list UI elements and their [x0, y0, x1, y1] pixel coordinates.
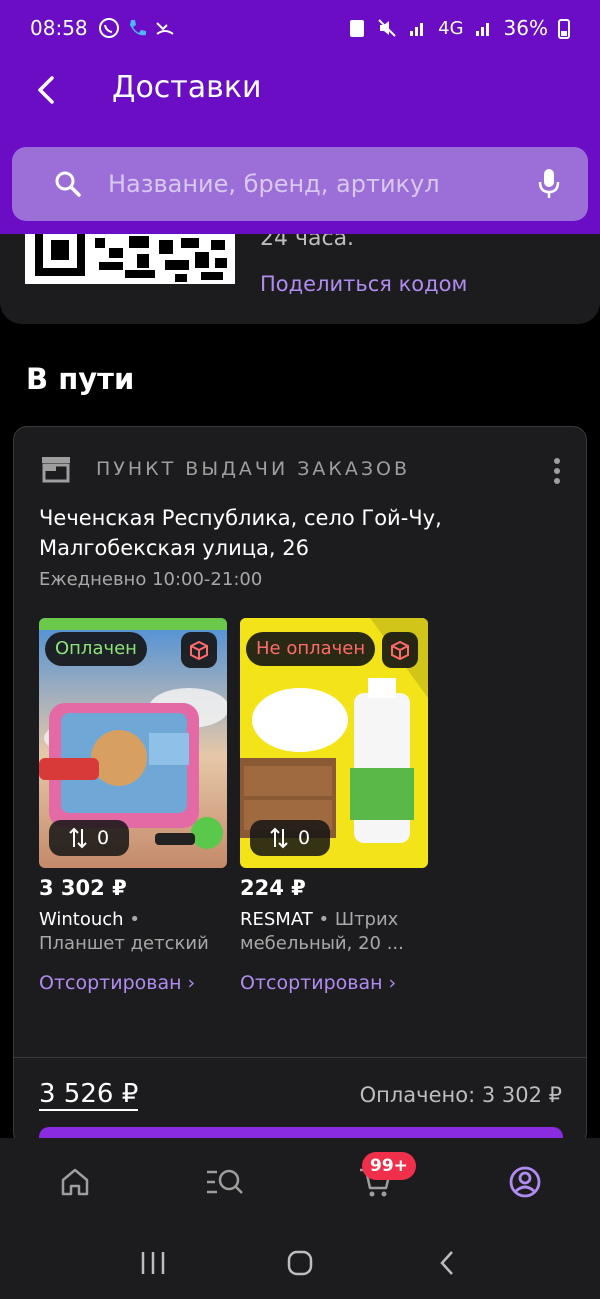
return-box-icon	[382, 632, 418, 668]
pickup-point-label: ПУНКТ ВЫДАЧИ ЗАКАЗОВ	[96, 458, 411, 480]
home-icon	[61, 1168, 89, 1196]
nav-home[interactable]	[0, 1138, 150, 1226]
nav-profile[interactable]	[450, 1138, 600, 1226]
product-card[interactable]: Не оплачен 0 224 ₽ RESMAT • Штрих мебель…	[240, 618, 428, 994]
bottom-navigation: 99+	[0, 1138, 600, 1226]
system-back-button[interactable]	[427, 1243, 467, 1283]
recent-apps-button[interactable]	[133, 1243, 173, 1283]
product-title: Планшет детский	[39, 933, 209, 954]
home-button[interactable]	[280, 1243, 320, 1283]
qr-hint-text: 24 часа.	[260, 234, 355, 251]
qr-code	[25, 234, 235, 284]
search-bar[interactable]	[12, 147, 588, 221]
back-chevron-icon	[439, 1250, 453, 1275]
whatsapp-icon	[98, 18, 119, 38]
product-image[interactable]: Оплачен 0	[39, 618, 227, 868]
sort-arrows-icon	[270, 827, 288, 849]
product-brand: RESMAT	[240, 909, 313, 930]
product-price: 3 302 ₽	[39, 876, 127, 900]
clock: 08:58	[30, 16, 88, 40]
nav-catalog[interactable]	[150, 1138, 300, 1226]
order-total[interactable]: 3 526 ₽	[39, 1079, 139, 1111]
network-type: 4G	[438, 17, 464, 39]
catalog-search-icon	[207, 1169, 243, 1194]
search-input[interactable]	[108, 170, 528, 198]
quantity-value: 0	[96, 827, 110, 849]
profile-icon	[509, 1166, 541, 1198]
product-card[interactable]: Оплачен 0 3 302 ₽ Wintouch • Планшет дет…	[39, 618, 227, 994]
signal-icon	[410, 23, 424, 36]
pickup-address: Чеченская Республика, село Гой-Чу, Малго…	[39, 506, 442, 560]
cart-count-badge: 99+	[362, 1152, 416, 1180]
back-arrow-icon	[38, 76, 54, 104]
pickup-header: ПУНКТ ВЫДАЧИ ЗАКАЗОВ	[40, 455, 410, 483]
signal-icon-2	[475, 23, 489, 36]
quantity-chip: 0	[250, 820, 330, 856]
sync-icon	[350, 20, 365, 37]
status-bar: 08:58 4G 36%	[0, 0, 600, 56]
store-icon	[42, 457, 70, 483]
order-card: ПУНКТ ВЫДАЧИ ЗАКАЗОВ Чеченская Республик…	[13, 426, 587, 1146]
product-brand: Wintouch	[39, 909, 124, 930]
page-title: Доставки	[112, 70, 262, 105]
quantity-value: 0	[297, 827, 311, 849]
payment-status-badge: Оплачен	[45, 632, 147, 666]
recent-apps-icon	[142, 1251, 165, 1274]
divider	[14, 1057, 586, 1058]
mute-icon	[378, 19, 396, 37]
app-bar: Доставки	[0, 56, 600, 234]
pickup-hours: Ежедневно 10:00-21:00	[39, 569, 263, 590]
product-name: RESMAT • Штрих мебельный, 20 ...	[240, 909, 404, 954]
call-icon	[129, 20, 146, 36]
product-image[interactable]: Не оплачен 0	[240, 618, 428, 868]
return-box-icon	[181, 632, 217, 668]
product-name: Wintouch • Планшет детский	[39, 909, 209, 954]
paid-amount: Оплачено: 3 302 ₽	[359, 1083, 562, 1107]
pickup-code-card: 24 часа. Поделиться кодом	[0, 234, 600, 324]
battery-icon	[558, 19, 570, 39]
payment-status-badge: Не оплачен	[246, 632, 376, 666]
delivery-status-link[interactable]: Отсортирован ›	[39, 972, 227, 994]
battery-level: 36%	[503, 16, 548, 40]
sort-arrows-icon	[69, 827, 87, 849]
nav-cart[interactable]: 99+	[300, 1138, 450, 1226]
section-title: В пути	[26, 362, 135, 396]
search-icon	[48, 164, 88, 204]
quantity-chip: 0	[49, 820, 129, 856]
missed-call-icon	[155, 22, 174, 35]
home-circle-icon	[287, 1250, 313, 1275]
share-code-link[interactable]: Поделиться кодом	[260, 272, 467, 296]
delivery-status-link[interactable]: Отсортирован ›	[240, 972, 428, 994]
back-button[interactable]	[26, 68, 66, 112]
more-options-icon[interactable]	[552, 457, 562, 485]
mic-icon[interactable]	[534, 164, 564, 204]
system-navigation	[0, 1226, 600, 1299]
product-price: 224 ₽	[240, 876, 306, 900]
